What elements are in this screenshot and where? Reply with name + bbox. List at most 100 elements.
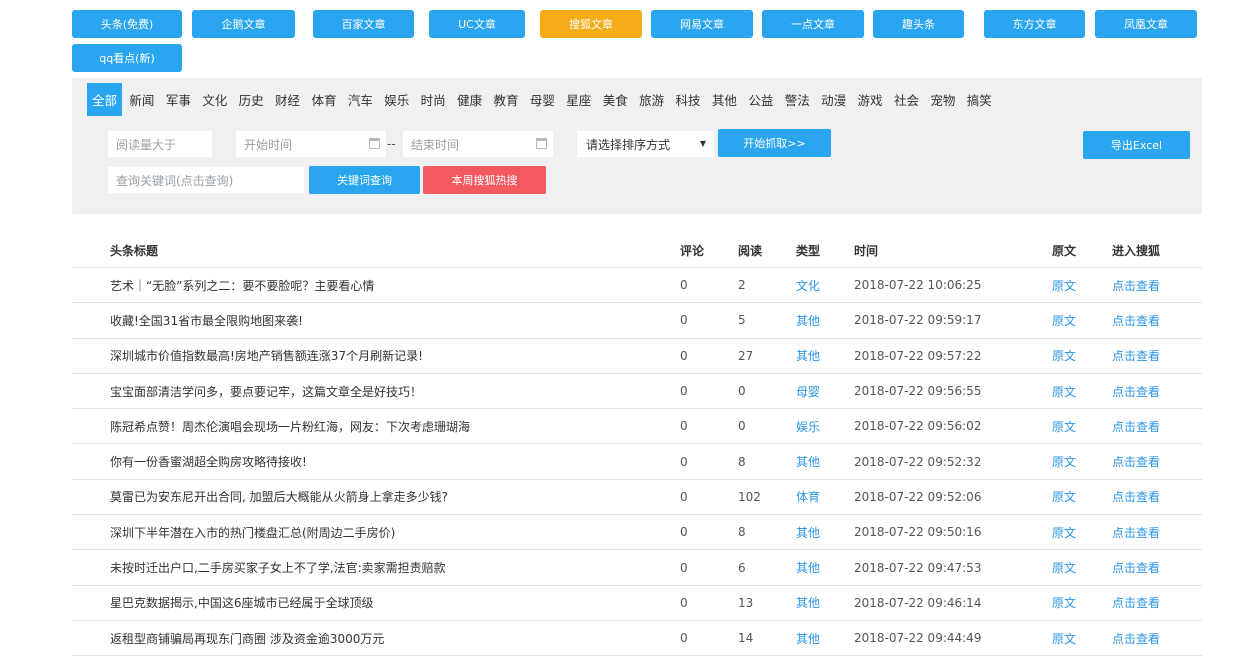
- keyword-input[interactable]: 查询关键词(点击查询): [108, 167, 304, 193]
- category-tab[interactable]: 公益: [744, 83, 777, 116]
- category-tab[interactable]: 旅游: [635, 83, 668, 116]
- article-title: 陈冠希点赞！周杰伦演唱会现场一片粉红海，网友：下次考虑珊瑚海: [110, 419, 471, 434]
- source-tab-baijia[interactable]: 百家文章: [313, 10, 414, 38]
- category-tab[interactable]: 游戏: [854, 83, 887, 116]
- view-link[interactable]: 点击查看: [1112, 374, 1160, 408]
- weekly-hot-button[interactable]: 本周搜狐热搜: [423, 166, 546, 194]
- comment-count: 0: [680, 313, 688, 328]
- category-tab[interactable]: 母婴: [526, 83, 559, 116]
- category-tab[interactable]: 军事: [162, 83, 195, 116]
- category-tab[interactable]: 时尚: [417, 83, 450, 116]
- category-tab[interactable]: 星座: [562, 83, 595, 116]
- publish-time: 2018-07-22 09:56:02: [854, 419, 982, 434]
- table-row: 深圳下半年潜在入市的热门楼盘汇总(附周边二手房价) 0 8 其他 2018-07-22 …: [72, 515, 1202, 551]
- original-link[interactable]: 原文: [1052, 444, 1076, 478]
- read-count: 13: [738, 595, 754, 610]
- article-title: 你有一份香蜜湖超全购房攻略待接收!: [110, 455, 307, 470]
- calendar-icon[interactable]: [369, 138, 380, 149]
- category-tab[interactable]: 健康: [453, 83, 486, 116]
- view-link[interactable]: 点击查看: [1112, 268, 1160, 302]
- original-link[interactable]: 原文: [1052, 303, 1076, 337]
- comment-count: 0: [680, 384, 688, 399]
- view-link[interactable]: 点击查看: [1112, 621, 1160, 655]
- category-tab[interactable]: 科技: [672, 83, 705, 116]
- category-tab[interactable]: 汽车: [344, 83, 377, 116]
- source-tab-toutiao[interactable]: 头条(免费): [72, 10, 182, 38]
- export-excel-button[interactable]: 导出Excel: [1083, 131, 1190, 159]
- category-tab[interactable]: 警法: [781, 83, 814, 116]
- category-tab[interactable]: 体育: [307, 83, 340, 116]
- original-link[interactable]: 原文: [1052, 586, 1076, 620]
- type-link[interactable]: 其他: [796, 586, 820, 620]
- article-title: 返租型商铺骗局再现东门商圈 涉及资金逾3000万元: [110, 631, 385, 646]
- read-count: 6: [738, 560, 746, 575]
- original-link[interactable]: 原文: [1052, 374, 1076, 408]
- view-link[interactable]: 点击查看: [1112, 480, 1160, 514]
- header-source: 原文: [1052, 243, 1077, 258]
- type-link[interactable]: 其他: [796, 339, 820, 373]
- view-link[interactable]: 点击查看: [1112, 586, 1160, 620]
- source-tab-dongfang[interactable]: 东方文章: [984, 10, 1085, 38]
- type-link[interactable]: 其他: [796, 444, 820, 478]
- comment-count: 0: [680, 525, 688, 540]
- type-link[interactable]: 体育: [796, 480, 820, 514]
- start-time-input[interactable]: 开始时间: [236, 131, 386, 157]
- type-link[interactable]: 其他: [796, 515, 820, 549]
- calendar-icon[interactable]: [536, 138, 547, 149]
- source-tab-qqkandian[interactable]: qq看点(新): [72, 44, 182, 72]
- source-tab-qie[interactable]: 企鹅文章: [192, 10, 295, 38]
- category-tab[interactable]: 美食: [599, 83, 632, 116]
- original-link[interactable]: 原文: [1052, 339, 1076, 373]
- view-link[interactable]: 点击查看: [1112, 444, 1160, 478]
- category-tab[interactable]: 全部: [87, 83, 123, 116]
- category-tab[interactable]: 搞笑: [963, 83, 996, 116]
- keyword-search-button[interactable]: 关键词查询: [309, 166, 420, 194]
- view-link[interactable]: 点击查看: [1112, 550, 1160, 584]
- sort-select[interactable]: 请选择排序方式 ▼: [577, 131, 714, 157]
- category-tab[interactable]: 其他: [708, 83, 741, 116]
- source-tab-yidian[interactable]: 一点文章: [762, 10, 864, 38]
- read-count-input[interactable]: 阅读量大于: [108, 131, 212, 157]
- end-time-input[interactable]: 结束时间: [403, 131, 553, 157]
- category-tab[interactable]: 新闻: [125, 83, 158, 116]
- category-tab[interactable]: 教育: [489, 83, 522, 116]
- source-tab-fenghuang[interactable]: 凤凰文章: [1095, 10, 1197, 38]
- view-link[interactable]: 点击查看: [1112, 339, 1160, 373]
- header-time: 时间: [854, 243, 879, 258]
- category-tab[interactable]: 财经: [271, 83, 304, 116]
- table-row: 未按时迁出户口,二手房买家子女上不了学,法官:卖家需担责赔款 0 6 其他 2018-0…: [72, 550, 1202, 586]
- publish-time: 2018-07-22 09:52:32: [854, 454, 982, 469]
- type-link[interactable]: 娱乐: [796, 409, 820, 443]
- table-row: 艺术｜“无脸”系列之二：要不要脸呢？主要看心情 0 2 文化 2018-07-22 10…: [72, 268, 1202, 304]
- type-link[interactable]: 其他: [796, 550, 820, 584]
- source-tab-wangyi[interactable]: 网易文章: [651, 10, 753, 38]
- type-link[interactable]: 母婴: [796, 374, 820, 408]
- type-link[interactable]: 其他: [796, 621, 820, 655]
- publish-time: 2018-07-22 09:52:06: [854, 489, 982, 504]
- original-link[interactable]: 原文: [1052, 621, 1076, 655]
- view-link[interactable]: 点击查看: [1112, 409, 1160, 443]
- source-tab-sohu[interactable]: 搜狐文章: [540, 10, 642, 38]
- original-link[interactable]: 原文: [1052, 268, 1076, 302]
- original-link[interactable]: 原文: [1052, 480, 1076, 514]
- start-fetch-button[interactable]: 开始抓取>>: [718, 129, 831, 157]
- type-link[interactable]: 其他: [796, 303, 820, 337]
- original-link[interactable]: 原文: [1052, 550, 1076, 584]
- read-count: 14: [738, 631, 754, 646]
- category-tab[interactable]: 社会: [890, 83, 923, 116]
- source-tab-qutoutiao[interactable]: 趣头条: [873, 10, 964, 38]
- view-link[interactable]: 点击查看: [1112, 515, 1160, 549]
- category-tab[interactable]: 宠物: [926, 83, 959, 116]
- view-link[interactable]: 点击查看: [1112, 303, 1160, 337]
- type-link[interactable]: 文化: [796, 268, 820, 302]
- original-link[interactable]: 原文: [1052, 409, 1076, 443]
- publish-time: 2018-07-22 09:47:53: [854, 560, 982, 575]
- source-tab-uc[interactable]: UC文章: [429, 10, 525, 38]
- category-tab[interactable]: 文化: [198, 83, 231, 116]
- category-tab[interactable]: 娱乐: [380, 83, 413, 116]
- original-link[interactable]: 原文: [1052, 515, 1076, 549]
- publish-time: 2018-07-22 09:56:55: [854, 384, 982, 399]
- read-count: 102: [738, 489, 761, 504]
- category-tab[interactable]: 历史: [235, 83, 268, 116]
- category-tab[interactable]: 动漫: [817, 83, 850, 116]
